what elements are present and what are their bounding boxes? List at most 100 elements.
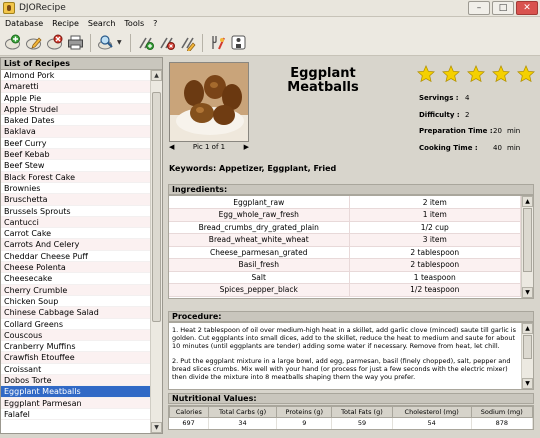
ingredients-header: Ingredients: [168, 184, 534, 195]
recipe-list-item[interactable]: Eggplant Meatballs [1, 386, 151, 398]
recipe-list-item[interactable]: Cranberry Muffins [1, 341, 151, 353]
recipe-list-item[interactable]: Falafel [1, 409, 151, 421]
recipe-list-item[interactable]: Collard Greens [1, 319, 151, 330]
toolbar-separator [130, 33, 131, 52]
recipe-list-item[interactable]: Eggplant Parmesan [1, 397, 151, 409]
recipe-list-item[interactable]: Cheese Polenta [1, 262, 151, 274]
scroll-up-arrow-icon[interactable]: ▲ [151, 70, 162, 81]
ingredient-quantity: 1 teaspoon [349, 271, 521, 284]
ingredient-name: Salt [169, 271, 350, 284]
recipe-list-item[interactable]: Amaretti [1, 81, 151, 93]
procedure-step: 2. Put the eggplant mixture in a large b… [172, 357, 511, 381]
recipe-list-item[interactable]: Carrots And Celery [1, 239, 151, 251]
help-icon[interactable] [229, 33, 248, 52]
delete-recipe-icon[interactable] [45, 33, 64, 52]
scroll-thumb[interactable] [523, 335, 532, 359]
tools-icon[interactable] [136, 33, 155, 52]
servings-label: Servings : [419, 94, 459, 102]
ingredient-row[interactable]: Egg_whole_raw_fresh 1 item [169, 208, 521, 222]
ingredient-row[interactable]: Cheese_parmesan_grated 2 tablespoon [169, 246, 521, 259]
recipe-list-item[interactable]: Beef Curry [1, 138, 151, 150]
procedure-text[interactable]: 1. Heat 2 tablespoon of oil over medium-… [168, 322, 534, 390]
ingredient-row[interactable]: Bread_crumbs_dry_grated_plain 1/2 cup [169, 221, 521, 234]
recipe-list-item[interactable]: Couscous [1, 329, 151, 342]
star-icon[interactable] [517, 65, 535, 83]
minimize-button[interactable]: – [468, 1, 490, 15]
scroll-down-arrow-icon[interactable]: ▼ [522, 287, 533, 298]
recipe-list-item[interactable]: Cheesecake [1, 273, 151, 285]
toolbar-separator [90, 33, 91, 52]
recipe-list-item[interactable]: Beef Kebab [1, 149, 151, 161]
scroll-up-arrow-icon[interactable]: ▲ [522, 196, 533, 207]
scroll-thumb[interactable] [152, 92, 161, 322]
ingredients-scrollbar[interactable]: ▲ ▼ [521, 196, 533, 298]
cook-time-unit: min [507, 143, 521, 152]
scroll-up-arrow-icon[interactable]: ▲ [522, 323, 533, 334]
recipe-list-item[interactable]: Brussels Sprouts [1, 206, 151, 217]
search-icon[interactable] [96, 33, 115, 52]
keywords: Keywords: Appetizer, Eggplant, Fried [169, 164, 336, 173]
recipe-list-item[interactable]: Apple Pie [1, 93, 151, 104]
new-recipe-icon[interactable] [3, 33, 22, 52]
ingredient-row[interactable]: Eggplant_raw 2 item [169, 196, 521, 209]
search-dropdown-arrow[interactable]: ▼ [117, 39, 125, 46]
ingredient-row[interactable]: Basil_fresh 2 tablespoon [169, 258, 521, 272]
procedure-header: Procedure: [168, 311, 534, 322]
menu-help[interactable]: ? [153, 19, 157, 28]
recipe-list-header: List of Recipes [1, 58, 162, 70]
delete-tool-icon[interactable] [157, 33, 176, 52]
menu-tools[interactable]: Tools [124, 19, 144, 28]
scroll-down-arrow-icon[interactable]: ▼ [522, 378, 533, 389]
print-icon[interactable] [66, 33, 85, 52]
recipe-list-item[interactable]: Chinese Cabbage Salad [1, 307, 151, 319]
ingredient-row[interactable]: Salt 1 teaspoon [169, 271, 521, 284]
recipe-list-item[interactable]: Apple Strudel [1, 103, 151, 116]
scroll-down-arrow-icon[interactable]: ▼ [151, 422, 162, 433]
recipe-list-item[interactable]: Bruschetta [1, 194, 151, 206]
ingredient-name: Egg_whole_raw_fresh [169, 208, 350, 222]
recipe-list-item[interactable]: Baked Dates [1, 115, 151, 127]
recipe-list-scrollbar[interactable]: ▲ ▼ [150, 70, 162, 433]
recipe-list-item[interactable]: Beef Stew [1, 160, 151, 172]
recipe-list-item[interactable]: Dobos Torte [1, 375, 151, 387]
picture-navigation: ◀ Pic 1 of 1 ▶ [169, 143, 249, 151]
recipe-list-item[interactable]: Chicken Soup [1, 296, 151, 308]
app-icon [3, 2, 15, 14]
menu-recipe[interactable]: Recipe [52, 19, 79, 28]
menu-database[interactable]: Database [5, 19, 43, 28]
prev-picture-icon[interactable]: ◀ [169, 143, 174, 151]
procedure-scrollbar[interactable]: ▲ ▼ [521, 323, 533, 389]
recipe-list-panel: List of Recipes Almond Pork Amaretti Apple… [0, 57, 163, 434]
nutrition-value: 34 [208, 417, 278, 429]
kitchen-icon[interactable] [208, 33, 227, 52]
ingredient-quantity: 1 item [349, 208, 521, 222]
menu-search[interactable]: Search [88, 19, 115, 28]
ingredient-quantity: 3 item [349, 233, 521, 247]
edit-tool-icon[interactable] [178, 33, 197, 52]
recipe-list-item[interactable]: Cantucci [1, 216, 151, 229]
rating-stars[interactable] [417, 65, 535, 83]
recipe-list-item[interactable]: Crawfish Etouffee [1, 352, 151, 364]
star-icon[interactable] [492, 65, 510, 83]
nutrition-column-header: Total Carbs (g) [207, 406, 278, 418]
maximize-button[interactable]: □ [492, 1, 514, 15]
next-picture-icon[interactable]: ▶ [244, 143, 249, 151]
star-icon[interactable] [417, 65, 435, 83]
ingredient-name: Cheese_parmesan_grated [169, 246, 350, 259]
recipe-list-item[interactable]: Croissant [1, 364, 151, 376]
recipe-list-item[interactable]: Cherry Crumble [1, 284, 151, 296]
recipe-list-item[interactable]: Black Forest Cake [1, 171, 151, 183]
recipe-list-item[interactable]: Almond Pork [1, 70, 151, 82]
recipe-list-item[interactable]: Baklava [1, 126, 151, 138]
ingredient-row[interactable]: Bread_wheat_white_wheat 3 item [169, 233, 521, 247]
edit-recipe-icon[interactable] [24, 33, 43, 52]
ingredient-row[interactable]: Spices_pepper_black 1/2 teaspoon [169, 283, 521, 297]
recipe-list-item[interactable]: Cheddar Cheese Puff [1, 251, 151, 263]
ingredient-name: Eggplant_raw [169, 196, 350, 209]
star-icon[interactable] [467, 65, 485, 83]
star-icon[interactable] [442, 65, 460, 83]
close-button[interactable]: ✕ [516, 1, 538, 15]
scroll-thumb[interactable] [523, 208, 532, 272]
recipe-list-item[interactable]: Brownies [1, 183, 151, 195]
recipe-list-item[interactable]: Carrot Cake [1, 228, 151, 240]
